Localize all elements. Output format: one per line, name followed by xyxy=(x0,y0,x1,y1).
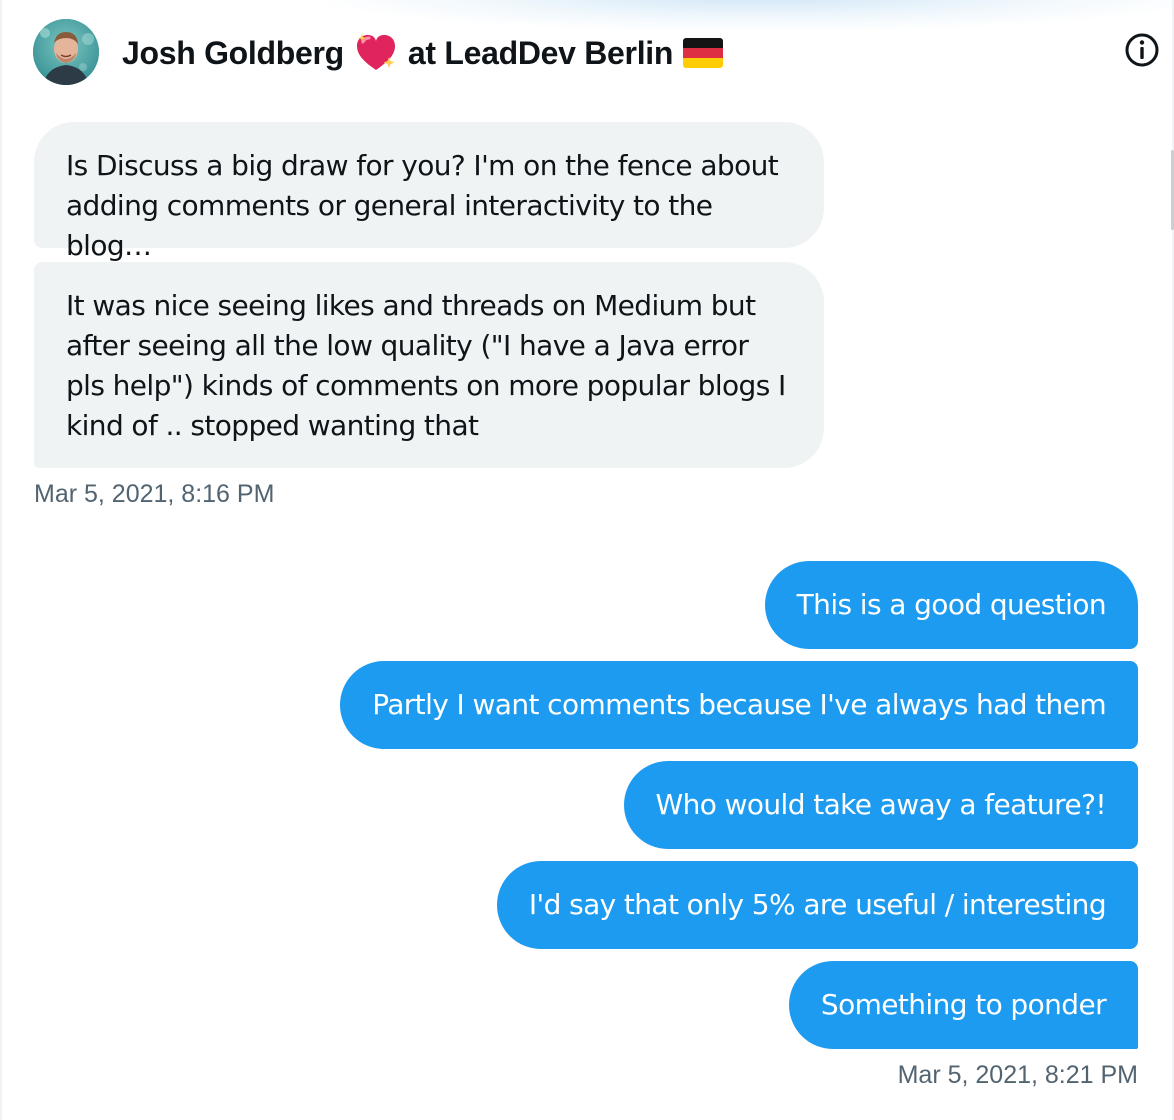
outgoing-message[interactable]: Partly I want comments because I've alwa… xyxy=(340,661,1138,749)
incoming-message[interactable]: Is Discuss a big draw for you? I'm on th… xyxy=(34,122,824,262)
contact-name: Josh Goldberg xyxy=(122,34,344,71)
outgoing-message[interactable]: This is a good question xyxy=(764,561,1138,649)
info-icon xyxy=(1125,33,1159,67)
incoming-message[interactable]: It was nice seeing likes and threads on … xyxy=(34,262,824,468)
dm-conversation: Josh Goldberg at LeadDev Berlin Is Discu… xyxy=(0,0,1174,1120)
outgoing-message[interactable]: Something to ponder xyxy=(788,961,1138,1049)
info-button[interactable] xyxy=(1124,32,1160,68)
message-timestamp: Mar 5, 2021, 8:21 PM xyxy=(897,1061,1138,1089)
outgoing-message[interactable]: Who would take away a feature?! xyxy=(623,761,1138,849)
avatar[interactable] xyxy=(33,19,99,85)
message-timestamp: Mar 5, 2021, 8:16 PM xyxy=(34,480,275,508)
conversation-header: Josh Goldberg at LeadDev Berlin xyxy=(0,0,1174,100)
conversation-title[interactable]: Josh Goldberg at LeadDev Berlin xyxy=(122,29,724,77)
left-border xyxy=(0,0,2,1120)
avatar-image xyxy=(33,19,99,85)
contact-name-suffix: at LeadDev Berlin xyxy=(407,34,674,71)
outgoing-message[interactable]: I'd say that only 5% are useful / intere… xyxy=(496,861,1138,949)
sparkling-heart-icon xyxy=(354,33,398,73)
germany-flag-icon xyxy=(683,38,724,68)
